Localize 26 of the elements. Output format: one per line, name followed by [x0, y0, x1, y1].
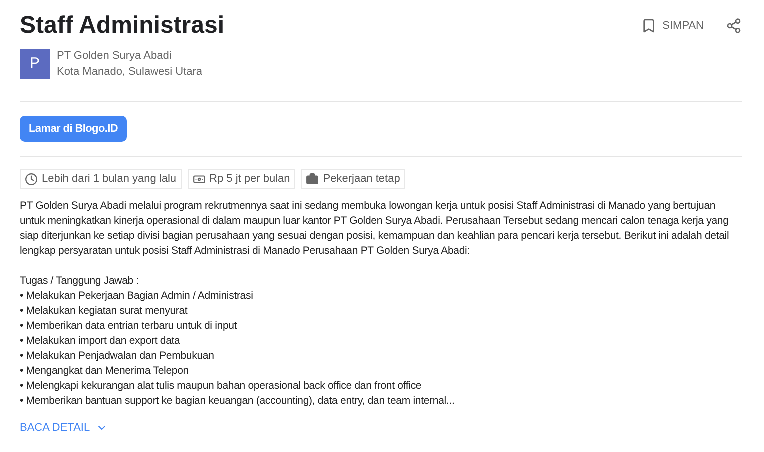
duty-item: • Memberikan data entrian terbaru untuk di input [20, 319, 238, 334]
apply-button[interactable]: Lamar di Blogo.ID [20, 116, 128, 142]
company-name: PT Golden Surya Abadi [57, 49, 173, 64]
share-icon [726, 18, 742, 34]
duty-item: • Melengkapi kekurangan alat tulis maupun bahan operasional back office dan front office [20, 379, 423, 394]
banknote-icon [192, 172, 206, 186]
bookmark-icon [640, 18, 657, 34]
clock-icon [25, 172, 38, 186]
company-avatar: P [20, 49, 50, 79]
duties-heading: Tugas / Tanggung Jawab : [20, 274, 140, 289]
chip-label: Rp 5 jt per bulan [210, 172, 290, 187]
duty-item: • Mengangkat dan Menerima Telepon [20, 364, 190, 379]
briefcase-icon [306, 172, 320, 186]
job-title: Staff Administrasi [20, 11, 224, 41]
duty-item: • Melakukan kegiatan surat menyurat [20, 304, 189, 319]
job-description: PT Golden Surya Abadi melalui program rekrutmennya saat ini sedang membuka lowongan kerja untuk posisi Staff Administrasi di Manado yang bertujuan untuk meningkatkan kinerja operasional di dalam maupun luar kantor PT Golden Surya Abadi. Perusahaan Tersebut sedang mencari calon tenaga kerja yang siap diterjunkan ke setiap divisi bagian perusahaan yang sesuai dengan posisi, kemampuan dan keahlian para pencari kerja tersebut. Berikut ini adalah detail lengkap persyaratan untuk posisi Staff Administrasi di Manado Perusahaan PT Golden Surya Abadi: [20, 199, 730, 259]
company-location: Kota Manado, Sulawesi Utara [57, 65, 203, 80]
duty-item: • Melakukan import dan export data [20, 334, 182, 349]
save-button[interactable]: SIMPAN [640, 18, 704, 34]
duty-item: • Memberikan bantuan support ke bagian keuangan (accounting), data entry, dan team internal... [20, 394, 456, 409]
chip-label: Pekerjaan tetap [323, 172, 400, 187]
share-button[interactable] [726, 18, 742, 34]
duty-item: • Melakukan Penjadwalan dan Pembukuan [20, 349, 216, 364]
duty-item: • Melakukan Pekerjaan Bagian Admin / Administrasi [20, 289, 254, 304]
chip-label: Lebih dari 1 bulan yang lalu [42, 172, 177, 187]
read-more-link[interactable]: BACA DETAIL [20, 420, 108, 436]
